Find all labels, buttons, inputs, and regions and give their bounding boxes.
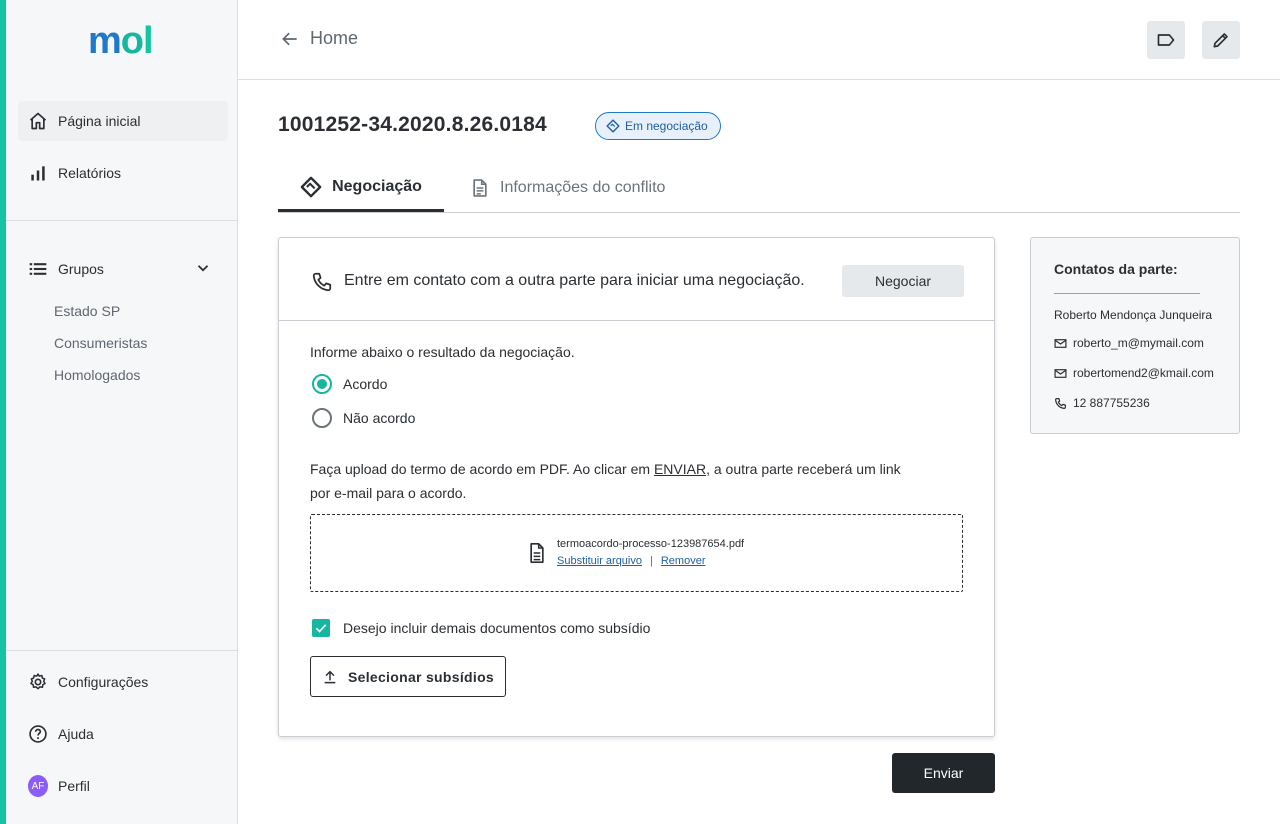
arrow-left-icon bbox=[282, 32, 297, 45]
include-documents-checkbox-row[interactable]: Desejo incluir demais documentos como su… bbox=[312, 619, 650, 637]
result-label: Informe abaixo o resultado da negociação… bbox=[310, 344, 575, 360]
file-dropzone[interactable]: termoacordo-processo-123987654.pdf Subst… bbox=[310, 514, 963, 592]
back-link[interactable]: Home bbox=[280, 28, 358, 49]
sidebar-subitem-consumeristas[interactable]: Consumeristas bbox=[54, 335, 147, 351]
select-subsidies-button[interactable]: Selecionar subsídios bbox=[310, 656, 506, 697]
radio-label: Não acordo bbox=[343, 410, 416, 426]
enviar-button[interactable]: Enviar bbox=[892, 753, 995, 793]
contact-email-row: roberto_m@mymail.com bbox=[1054, 336, 1204, 350]
sidebar-item-perfil[interactable]: AF Perfil bbox=[18, 766, 228, 806]
help-icon bbox=[28, 724, 48, 744]
sidebar-item-label: Página inicial bbox=[58, 113, 141, 129]
radio-acordo[interactable]: Acordo bbox=[312, 374, 387, 394]
mail-icon bbox=[1054, 368, 1067, 378]
negociar-button[interactable]: Negociar bbox=[842, 265, 964, 297]
document-icon bbox=[473, 179, 487, 197]
contacts-title: Contatos da parte: bbox=[1054, 261, 1178, 277]
handshake-icon bbox=[606, 119, 620, 133]
logo[interactable]: mol bbox=[88, 20, 154, 63]
sidebar-divider bbox=[6, 220, 238, 221]
sidebar-item-configuracoes[interactable]: Configurações bbox=[18, 662, 228, 702]
page-title: 1001252-34.2020.8.26.0184 bbox=[278, 113, 547, 136]
button-label: Selecionar subsídios bbox=[347, 668, 495, 685]
contacts-panel: Contatos da parte: Roberto Mendonça Junq… bbox=[1030, 237, 1240, 434]
sidebar: mol Página inicial Relatórios Grupos Est… bbox=[6, 0, 238, 824]
avatar-wrapper: AF bbox=[28, 775, 48, 797]
edit-button[interactable] bbox=[1202, 21, 1240, 59]
status-badge-label: Em negociação bbox=[625, 119, 708, 133]
checkbox-label: Desejo incluir demais documentos como su… bbox=[343, 620, 651, 636]
contact-email[interactable]: robertomend2@kmail.com bbox=[1073, 366, 1214, 380]
contact-prompt-text: Entre em contato com a outra parte para … bbox=[344, 272, 805, 289]
phone-icon bbox=[311, 271, 333, 298]
tag-icon bbox=[1157, 34, 1175, 46]
contact-phone[interactable]: 12 887755236 bbox=[1073, 396, 1150, 410]
avatar: AF bbox=[28, 775, 48, 797]
tab-informacoes-do-conflito[interactable]: Informações do conflito bbox=[470, 164, 665, 212]
sidebar-item-pagina-inicial[interactable]: Página inicial bbox=[18, 101, 228, 141]
gear-icon bbox=[28, 672, 48, 692]
mail-icon bbox=[1054, 338, 1067, 348]
replace-file-link[interactable]: Substituir arquivo bbox=[557, 555, 642, 567]
sidebar-item-ajuda[interactable]: Ajuda bbox=[18, 714, 228, 754]
enviar-reference: ENVIAR bbox=[653, 461, 707, 477]
pencil-icon bbox=[1213, 33, 1228, 48]
tab-label: Informações do conflito bbox=[500, 179, 666, 196]
sidebar-item-label: Ajuda bbox=[58, 726, 94, 742]
uploaded-file-name: termoacordo-processo-123987654.pdf bbox=[557, 538, 745, 550]
include-documents-checkbox[interactable] bbox=[312, 619, 330, 637]
back-label: Home bbox=[310, 28, 359, 48]
list-icon bbox=[28, 259, 48, 279]
file-actions: Substituir arquivo | Remover bbox=[557, 555, 705, 567]
radio-button-checked[interactable] bbox=[312, 374, 332, 394]
radio-nao-acordo[interactable]: Não acordo bbox=[312, 408, 415, 428]
chevron-down-icon[interactable] bbox=[194, 259, 212, 280]
sidebar-item-label: Grupos bbox=[58, 261, 104, 277]
sidebar-item-label: Perfil bbox=[58, 778, 90, 794]
status-badge: Em negociação bbox=[595, 112, 721, 140]
sidebar-divider bbox=[6, 650, 238, 651]
contact-prompt-bar: Entre em contato com a outra parte para … bbox=[279, 238, 994, 321]
file-icon bbox=[527, 542, 547, 569]
handshake-icon bbox=[300, 176, 322, 197]
sidebar-item-relatorios[interactable]: Relatórios bbox=[18, 153, 228, 193]
sidebar-item-label: Relatórios bbox=[58, 165, 122, 181]
link-separator: | bbox=[650, 555, 653, 567]
contact-email[interactable]: roberto_m@mymail.com bbox=[1073, 336, 1204, 350]
sidebar-subitem-homologados[interactable]: Homologados bbox=[54, 367, 140, 383]
phone-icon bbox=[1055, 397, 1066, 409]
contact-email-row: robertomend2@kmail.com bbox=[1054, 366, 1214, 380]
upload-icon bbox=[324, 670, 336, 683]
radio-label: Acordo bbox=[343, 376, 388, 392]
upload-text-part: Faça upload do termo de acordo em PDF. A… bbox=[310, 461, 654, 477]
tab-negociacao[interactable]: Negociação bbox=[278, 164, 444, 212]
contact-name: Roberto Mendonça Junqueira bbox=[1054, 308, 1213, 322]
tab-bar: Negociação Informações do conflito bbox=[278, 164, 1240, 213]
top-bar: Home bbox=[238, 0, 1280, 80]
bar-chart-icon bbox=[28, 163, 48, 183]
tab-label: Negociação bbox=[332, 177, 422, 195]
sidebar-item-label: Configurações bbox=[58, 674, 149, 690]
sidebar-item-grupos[interactable]: Grupos bbox=[18, 249, 228, 289]
upload-instructions: Faça upload do termo de acordo em PDF. A… bbox=[310, 457, 920, 505]
sidebar-subitem-estado-sp[interactable]: Estado SP bbox=[54, 303, 120, 319]
check-icon bbox=[315, 624, 327, 633]
tag-button[interactable] bbox=[1147, 21, 1185, 59]
radio-button[interactable] bbox=[312, 408, 332, 428]
remove-file-link[interactable]: Remover bbox=[661, 555, 706, 567]
home-icon bbox=[28, 111, 48, 131]
negotiation-card: Entre em contato com a outra parte para … bbox=[278, 237, 995, 737]
contacts-divider bbox=[1054, 293, 1200, 294]
contact-phone-row: 12 887755236 bbox=[1054, 396, 1150, 410]
